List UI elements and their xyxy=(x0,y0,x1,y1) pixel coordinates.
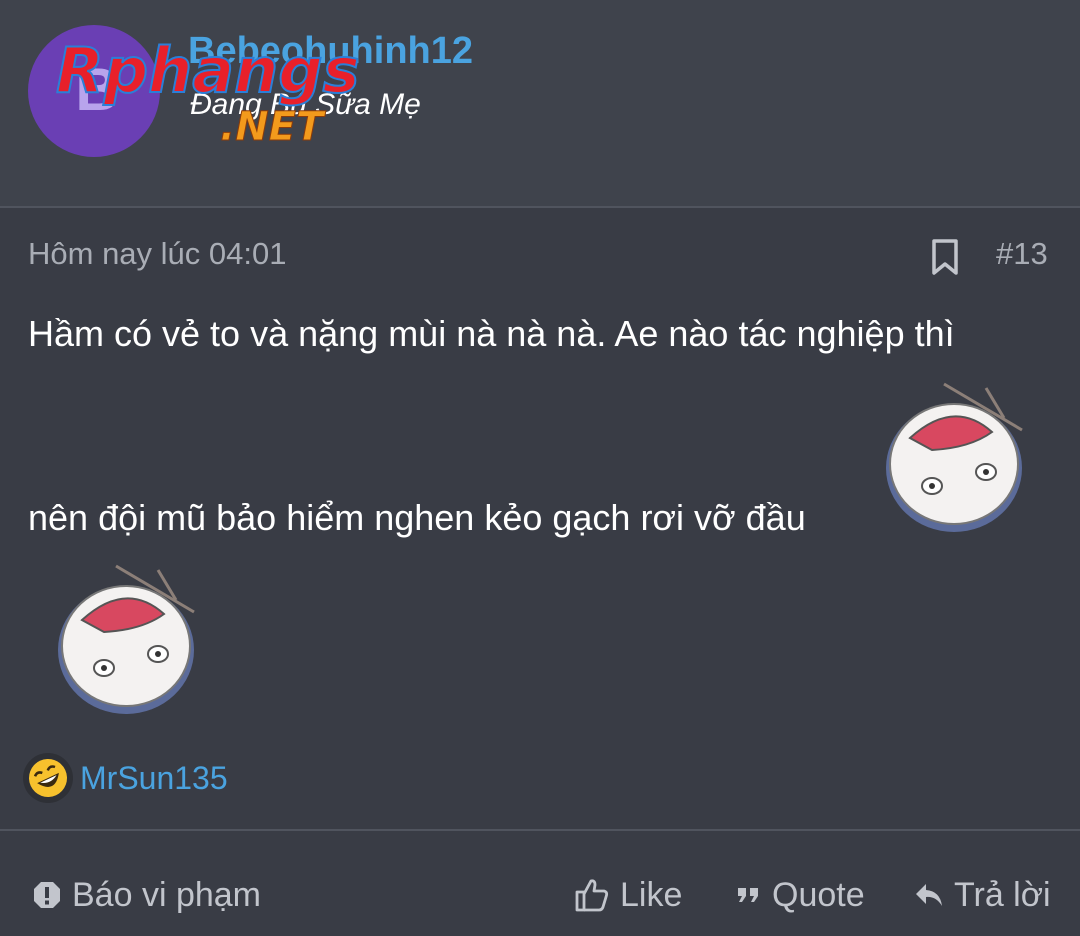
laughing-emoji-icon xyxy=(23,753,73,803)
bookmark-icon[interactable] xyxy=(928,238,962,276)
reaction-user-link[interactable]: MrSun135 xyxy=(80,760,228,797)
post-author-header: B Bebeohuhinh12 Đang Bú Sữa Mẹ Rphangs .… xyxy=(0,0,1080,208)
like-button[interactable]: Like xyxy=(574,873,682,917)
post-number[interactable]: #13 xyxy=(996,236,1048,272)
post-timestamp[interactable]: Hôm nay lúc 04:01 xyxy=(28,236,286,272)
reaction-bar[interactable]: MrSun135 xyxy=(22,752,228,804)
thumbs-up-icon xyxy=(575,879,609,912)
svg-text:Rphangs: Rphangs xyxy=(56,34,360,107)
upside-down-blob-sticker xyxy=(886,382,1023,532)
quote-icon xyxy=(738,888,758,902)
quote-button[interactable]: Quote xyxy=(736,873,865,917)
divider xyxy=(0,829,1080,831)
reply-label: Trả lời xyxy=(954,875,1051,914)
post-text-line-2: nên đội mũ bảo hiểm nghen kẻo gạch rơi v… xyxy=(28,497,806,538)
report-label: Báo vi phạm xyxy=(72,875,261,914)
warning-icon xyxy=(34,882,60,908)
quote-label: Quote xyxy=(772,875,865,914)
site-watermark-logo: Rphangs .NET xyxy=(55,33,361,148)
svg-text:.NET: .NET xyxy=(220,104,326,148)
post-text-line-1: Hầm có vẻ to và nặng mùi nà nà nà. Ae nà… xyxy=(28,313,955,354)
report-button[interactable]: Báo vi phạm xyxy=(32,873,261,917)
like-label: Like xyxy=(620,875,683,914)
reply-arrow-icon xyxy=(916,884,942,906)
upside-down-blob-sticker xyxy=(58,564,195,714)
reply-button[interactable]: Trả lời xyxy=(914,873,1051,917)
